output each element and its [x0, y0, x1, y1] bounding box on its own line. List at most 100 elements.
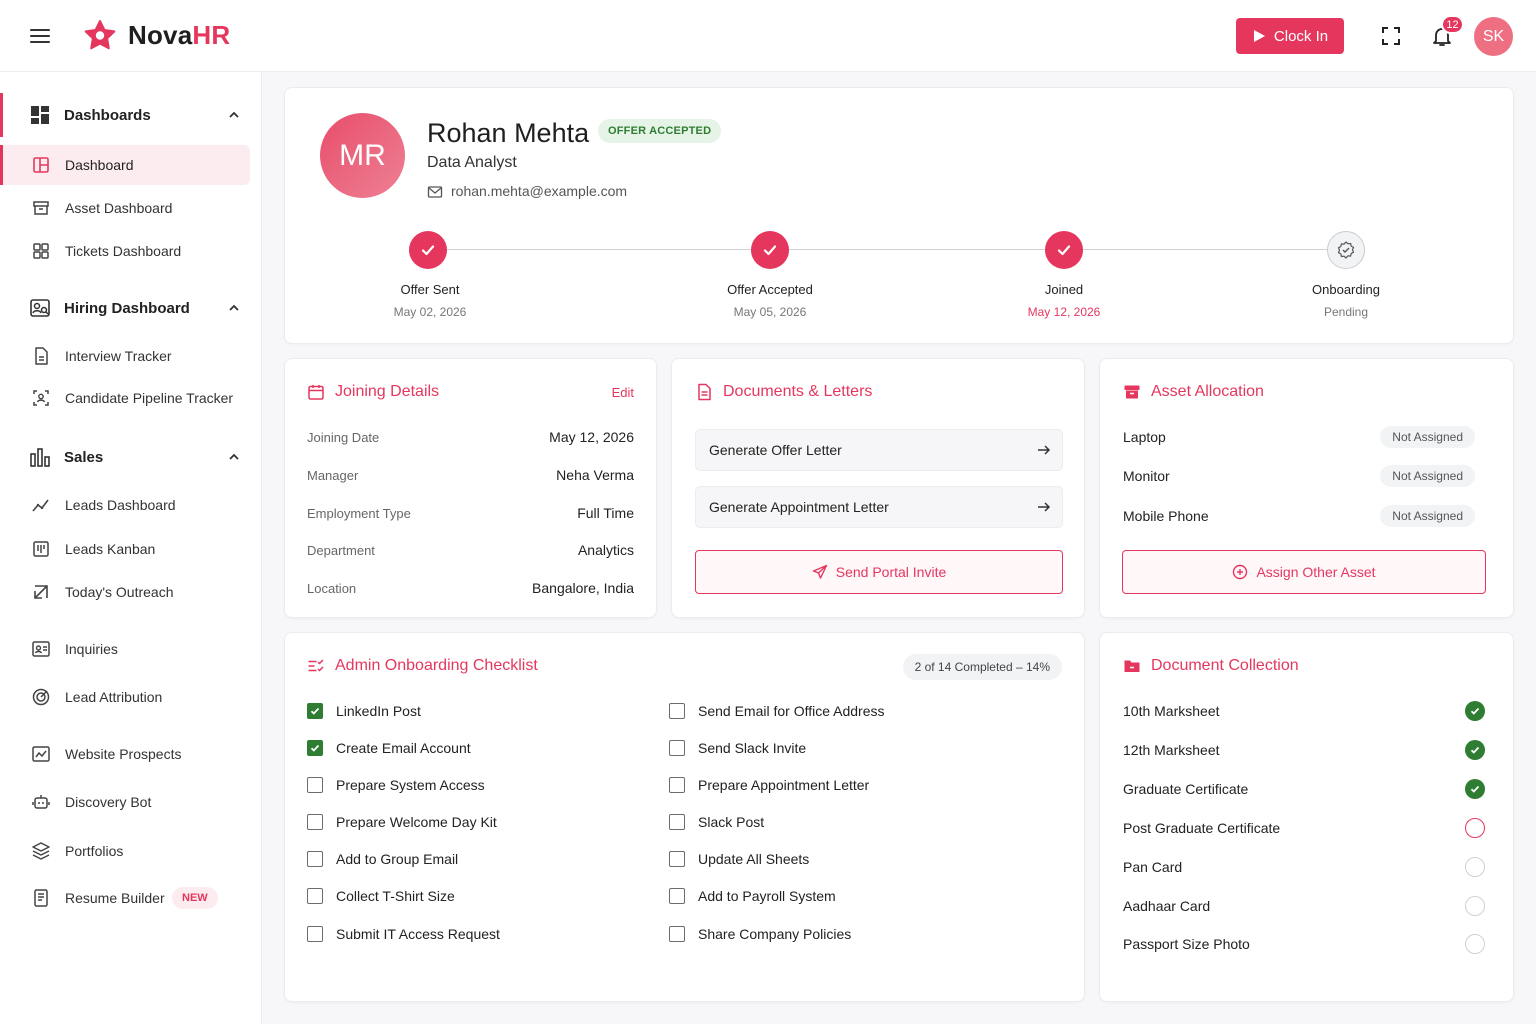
detail-value: Neha Verma — [556, 467, 634, 483]
card-title-text: Document Collection — [1151, 657, 1299, 674]
step-date: May 12, 2026 — [1027, 305, 1101, 319]
sidebar-item-candidate-pipeline[interactable]: Candidate Pipeline Tracker — [0, 378, 262, 418]
button-label: Send Portal Invite — [835, 564, 947, 580]
sidebar-item-label: Discovery Bot — [65, 794, 152, 810]
document-name: 10th Marksheet — [1123, 703, 1220, 719]
asset-row: Mobile Phone Not Assigned — [1123, 504, 1491, 528]
sidebar-item-todays-outreach[interactable]: Today's Outreach — [0, 572, 262, 612]
step-label: Onboarding — [1312, 282, 1380, 297]
sidebar-section-dashboards[interactable]: Dashboards — [0, 93, 262, 137]
sidebar-section-label: Dashboards — [64, 106, 151, 124]
candidate-name: Rohan Mehta — [427, 118, 590, 148]
generate-offer-letter-button[interactable]: Generate Offer Letter — [695, 429, 1063, 471]
sidebar-item-label: Today's Outreach — [65, 584, 174, 600]
sidebar-item-tickets-dashboard[interactable]: Tickets Dashboard — [0, 231, 262, 271]
document-row: Graduate Certificate — [1123, 778, 1485, 800]
sidebar-item-label: Interview Tracker — [65, 348, 172, 364]
checklist-label: Update All Sheets — [698, 851, 810, 867]
checklist-label: LinkedIn Post — [336, 703, 421, 719]
checklist-item[interactable]: Send Slack Invite — [669, 738, 806, 758]
fullscreen-icon[interactable] — [1379, 24, 1403, 48]
candidate-email[interactable]: rohan.mehta@example.com — [451, 183, 627, 199]
check-icon — [421, 245, 435, 256]
sidebar-item-portfolios[interactable]: Portfolios — [0, 831, 262, 871]
checkbox[interactable] — [307, 777, 323, 793]
checklist-item[interactable]: Add to Group Email — [307, 849, 458, 869]
plus-circle-icon — [1233, 564, 1248, 580]
asset-name: Monitor — [1123, 468, 1170, 484]
checkbox[interactable] — [669, 703, 685, 719]
checklist-label: Collect T-Shirt Size — [336, 888, 455, 904]
logo-star-icon — [84, 20, 116, 50]
sidebar-section-hiring-dashboard[interactable]: Hiring Dashboard — [0, 286, 262, 330]
status-badge: OFFER ACCEPTED — [598, 119, 722, 143]
menu-icon[interactable] — [28, 24, 52, 48]
document-name: Graduate Certificate — [1123, 781, 1249, 797]
sidebar-item-leads-kanban[interactable]: Leads Kanban — [0, 529, 262, 569]
sidebar-item-dashboard[interactable]: Dashboard — [0, 145, 262, 185]
grid-icon — [33, 243, 49, 259]
checkbox[interactable] — [307, 851, 323, 867]
sidebar-item-discovery-bot[interactable]: Discovery Bot — [0, 782, 262, 822]
document-name: Pan Card — [1123, 859, 1183, 875]
outreach-icon — [34, 585, 48, 599]
checklist-item[interactable]: Update All Sheets — [669, 849, 809, 869]
edit-link[interactable]: Edit — [612, 385, 634, 400]
checklist-item[interactable]: Prepare Appointment Letter — [669, 775, 869, 795]
checklist-item[interactable]: Submit IT Access Request — [307, 924, 500, 944]
sidebar-item-interview-tracker[interactable]: Interview Tracker — [0, 336, 262, 376]
sidebar-section-sales[interactable]: Sales — [0, 435, 262, 479]
checklist-label: Prepare Appointment Letter — [698, 777, 870, 793]
step-offer-sent-dot — [409, 231, 447, 269]
checkbox[interactable] — [669, 926, 685, 942]
card-title: Asset Allocation — [1123, 383, 1264, 401]
checklist-item[interactable]: Share Company Policies — [669, 924, 851, 944]
sidebar-item-leads-dashboard[interactable]: Leads Dashboard — [0, 485, 262, 525]
sidebar-item-lead-attribution[interactable]: Lead Attribution — [0, 677, 262, 717]
sidebar-item-website-prospects[interactable]: Website Prospects — [0, 734, 262, 774]
checkbox[interactable] — [307, 926, 323, 942]
checklist-item[interactable]: Add to Payroll System — [669, 886, 836, 906]
checkbox-checked[interactable] — [307, 740, 323, 756]
checkbox[interactable] — [307, 888, 323, 904]
document-name: Post Graduate Certificate — [1123, 820, 1281, 836]
checklist-item[interactable]: LinkedIn Post — [307, 701, 421, 721]
detail-row: Manager Neha Verma — [307, 465, 634, 485]
button-label: Assign Other Asset — [1256, 564, 1376, 580]
sidebar-item-asset-dashboard[interactable]: Asset Dashboard — [0, 188, 262, 228]
document-collection-card: Document Collection 10th Marksheet 12th … — [1099, 632, 1514, 1002]
checkbox[interactable] — [307, 814, 323, 830]
asset-allocation-card: Asset Allocation Laptop Not Assigned Moni… — [1099, 358, 1514, 618]
checklist-item[interactable]: Collect T-Shirt Size — [307, 886, 455, 906]
checklist-item[interactable]: Send Email for Office Address — [669, 701, 885, 721]
arrow-right-icon — [1038, 445, 1051, 455]
checkbox[interactable] — [669, 777, 685, 793]
asset-name: Laptop — [1123, 429, 1166, 445]
checkbox[interactable] — [669, 814, 685, 830]
document-name: Aadhaar Card — [1123, 898, 1211, 914]
checkbox[interactable] — [669, 851, 685, 867]
received-check-icon — [1465, 779, 1485, 799]
checklist-item[interactable]: Create Email Account — [307, 738, 471, 758]
step-date: May 02, 2026 — [393, 305, 467, 319]
generate-appointment-letter-button[interactable]: Generate Appointment Letter — [695, 486, 1063, 528]
sidebar-item-label: Leads Dashboard — [65, 497, 176, 513]
send-portal-invite-button[interactable]: Send Portal Invite — [695, 550, 1063, 594]
checklist-item[interactable]: Prepare Welcome Day Kit — [307, 812, 497, 832]
target-icon — [32, 688, 50, 706]
trend-icon — [32, 499, 49, 512]
checkbox[interactable] — [669, 740, 685, 756]
checkbox[interactable] — [669, 888, 685, 904]
checklist-item[interactable]: Prepare System Access — [307, 775, 485, 795]
checkbox-checked[interactable] — [307, 703, 323, 719]
clock-in-button[interactable]: Clock In — [1236, 18, 1344, 54]
user-avatar[interactable]: SK — [1474, 17, 1513, 56]
detail-key: Joining Date — [307, 429, 380, 445]
assign-other-asset-button[interactable]: Assign Other Asset — [1122, 550, 1486, 594]
sidebar-item-label: Leads Kanban — [65, 541, 156, 557]
sidebar-item-inquiries[interactable]: Inquiries — [0, 629, 262, 669]
asset-row: Laptop Not Assigned — [1123, 425, 1491, 449]
check-icon — [310, 707, 320, 715]
sidebar-item-resume-builder[interactable]: Resume Builder NEW — [0, 878, 262, 918]
checklist-item[interactable]: Slack Post — [669, 812, 764, 832]
